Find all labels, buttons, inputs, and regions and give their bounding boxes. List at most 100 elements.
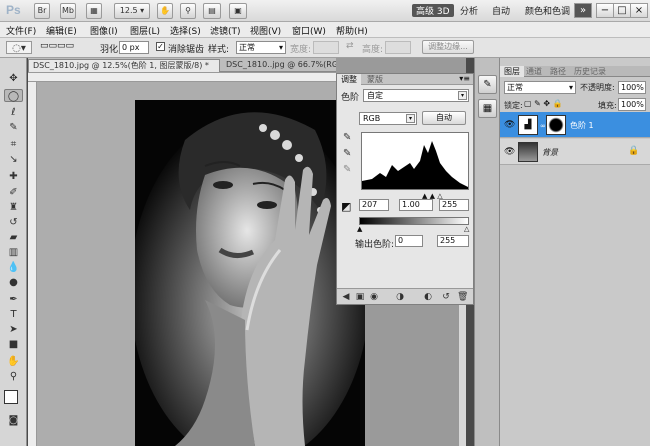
- lock-options-icons[interactable]: ▢ ✎ ✥ 🔒: [524, 99, 563, 108]
- screen-mode-icon[interactable]: ▣: [229, 3, 247, 19]
- bridge-icon[interactable]: Br: [34, 3, 50, 19]
- close-button[interactable]: ×: [630, 3, 648, 18]
- input-gamma-field[interactable]: 1.00: [399, 199, 433, 211]
- tab-masks[interactable]: 蒙版: [363, 74, 387, 85]
- mini-bridge-icon[interactable]: Mb: [60, 3, 76, 19]
- preset-select[interactable]: 自定 ▾: [363, 89, 469, 102]
- hand-icon[interactable]: ✋: [157, 3, 173, 19]
- view-extras-icon[interactable]: ▦: [86, 3, 102, 19]
- minimize-button[interactable]: −: [596, 3, 614, 18]
- eraser-tool-icon[interactable]: ▰: [4, 231, 23, 244]
- zoom-level-dropdown[interactable]: 12.5 ▾: [114, 3, 150, 19]
- history-brush-tool-icon[interactable]: ↺: [4, 216, 23, 229]
- crop-tool-icon[interactable]: ⌗: [4, 138, 23, 151]
- fill-input[interactable]: 100%: [618, 98, 646, 111]
- visibility-eye-icon[interactable]: 👁: [504, 120, 515, 130]
- quick-select-tool-icon[interactable]: ✎: [4, 121, 23, 134]
- expanded-view-icon[interactable]: ▣: [355, 292, 365, 302]
- output-white-handle[interactable]: △: [464, 225, 469, 233]
- menu-edit[interactable]: 编辑(E): [46, 24, 77, 37]
- height-input[interactable]: [385, 41, 411, 54]
- quick-mask-icon[interactable]: ◙: [4, 414, 23, 427]
- output-black-field[interactable]: 0: [395, 235, 423, 247]
- marquee-tool-icon[interactable]: ◯: [4, 89, 23, 102]
- healing-brush-tool-icon[interactable]: ✚: [4, 170, 23, 183]
- workspace-automation[interactable]: 自动: [492, 4, 510, 17]
- eyedropper-tool-icon[interactable]: ↘: [4, 153, 23, 166]
- document-tab-active[interactable]: DSC_1810.jpg @ 12.5%(色阶 1, 图层蒙版/8) *: [28, 59, 220, 72]
- panel-menu-icon[interactable]: ▾≡: [459, 74, 470, 83]
- gray-eyedropper-icon[interactable]: ✎: [343, 148, 353, 160]
- swap-icon[interactable]: ⇄: [346, 41, 354, 51]
- menu-file[interactable]: 文件(F): [6, 24, 36, 37]
- refine-edge-button[interactable]: 调整边缘...: [422, 40, 474, 54]
- black-eyedropper-icon[interactable]: ✎: [343, 132, 353, 144]
- opacity-input[interactable]: 100%: [618, 81, 646, 94]
- gradient-tool-icon[interactable]: ▥: [4, 246, 23, 259]
- visibility-eye-icon[interactable]: 👁: [504, 147, 515, 157]
- tab-layers[interactable]: 图层: [500, 66, 524, 77]
- brush-tool-icon[interactable]: ✐: [4, 186, 23, 199]
- selection-mode-icons[interactable]: ▭▭▭▭: [40, 41, 74, 51]
- auto-button[interactable]: 自动: [422, 111, 466, 125]
- tab-channels[interactable]: 通道: [522, 66, 546, 77]
- input-white-field[interactable]: 255: [439, 199, 469, 211]
- menu-select[interactable]: 选择(S): [170, 24, 201, 37]
- layer-mask-thumbnail[interactable]: [546, 115, 566, 135]
- clone-source-icon[interactable]: ▦: [478, 99, 497, 118]
- layer-row-background[interactable]: 👁 背景 🔒: [500, 139, 650, 165]
- output-black-handle[interactable]: ▲: [357, 225, 362, 233]
- hand-tool-icon[interactable]: ✋: [4, 355, 23, 368]
- menu-filter[interactable]: 滤镜(T): [210, 24, 241, 37]
- menu-view[interactable]: 视图(V): [250, 24, 281, 37]
- menu-window[interactable]: 窗口(W): [292, 24, 326, 37]
- options-bar: ◌▾ ▭▭▭▭ 羽化: 0 px ✓ 消除锯齿 样式: 正常 ▾ 宽度: ⇄ 高度…: [0, 38, 650, 58]
- feather-input[interactable]: 0 px: [119, 41, 149, 54]
- document-tab-second[interactable]: DSC_1810..jpg @ 66.7%(RGB/8): [222, 59, 336, 72]
- input-black-field[interactable]: 207: [359, 199, 389, 211]
- shape-tool-icon[interactable]: ■: [4, 338, 23, 351]
- workspace-advanced-3d[interactable]: 高级 3D: [412, 4, 454, 17]
- type-tool-icon[interactable]: T: [4, 308, 23, 321]
- antialias-checkbox[interactable]: ✓: [156, 42, 165, 51]
- zoom-icon[interactable]: ⚲: [180, 3, 196, 19]
- width-input[interactable]: [313, 41, 339, 54]
- more-workspaces-icon[interactable]: »: [574, 3, 592, 18]
- blend-mode-select[interactable]: 正常 ▾: [504, 81, 576, 94]
- style-select[interactable]: 正常 ▾: [236, 41, 286, 54]
- zoom-tool-icon[interactable]: ⚲: [4, 370, 23, 383]
- toggle-visibility-icon[interactable]: ◑: [395, 292, 405, 302]
- tab-history[interactable]: 历史记录: [570, 66, 610, 77]
- layer-row-levels[interactable]: 👁 ▟ ∞ 色阶 1: [500, 112, 650, 138]
- tab-paths[interactable]: 路径: [546, 66, 570, 77]
- brush-presets-icon[interactable]: ✎: [478, 75, 497, 94]
- arrange-documents-icon[interactable]: ▤: [203, 3, 221, 19]
- foreground-color-swatch[interactable]: [4, 390, 18, 404]
- maximize-button[interactable]: □: [613, 3, 631, 18]
- clip-warning-icon[interactable]: ◩: [341, 200, 351, 213]
- return-to-list-icon[interactable]: ◀: [341, 292, 351, 302]
- workspace-analysis[interactable]: 分析: [460, 4, 478, 17]
- clone-stamp-tool-icon[interactable]: ♜: [4, 201, 23, 214]
- dodge-tool-icon[interactable]: ●: [4, 276, 23, 289]
- workspace-color-tone[interactable]: 颜色和色调: [525, 4, 570, 17]
- chain-link-icon[interactable]: ∞: [540, 122, 546, 130]
- menu-layer[interactable]: 图层(L): [130, 24, 160, 37]
- marquee-preset-icon[interactable]: ◌▾: [6, 41, 32, 54]
- tab-adjustments[interactable]: 调整: [337, 74, 361, 85]
- menu-help[interactable]: 帮助(H): [336, 24, 368, 37]
- pen-tool-icon[interactable]: ✒: [4, 293, 23, 306]
- output-white-field[interactable]: 255: [437, 235, 469, 247]
- move-tool-icon[interactable]: ✥: [4, 72, 23, 85]
- delete-adjustment-icon[interactable]: 🗑: [457, 292, 468, 302]
- white-eyedropper-icon[interactable]: ✎: [343, 164, 353, 176]
- reset-icon[interactable]: ↺: [441, 292, 451, 302]
- lasso-tool-icon[interactable]: ℓ: [4, 106, 23, 119]
- blur-tool-icon[interactable]: 💧: [4, 261, 23, 274]
- menu-image[interactable]: 图像(I): [90, 24, 118, 37]
- view-previous-state-icon[interactable]: ◐: [423, 292, 433, 302]
- path-selection-tool-icon[interactable]: ➤: [4, 323, 23, 336]
- channel-select[interactable]: RGB ▾: [359, 112, 417, 125]
- document-canvas-image[interactable]: [135, 100, 365, 446]
- clip-to-layer-icon[interactable]: ◉: [369, 292, 379, 302]
